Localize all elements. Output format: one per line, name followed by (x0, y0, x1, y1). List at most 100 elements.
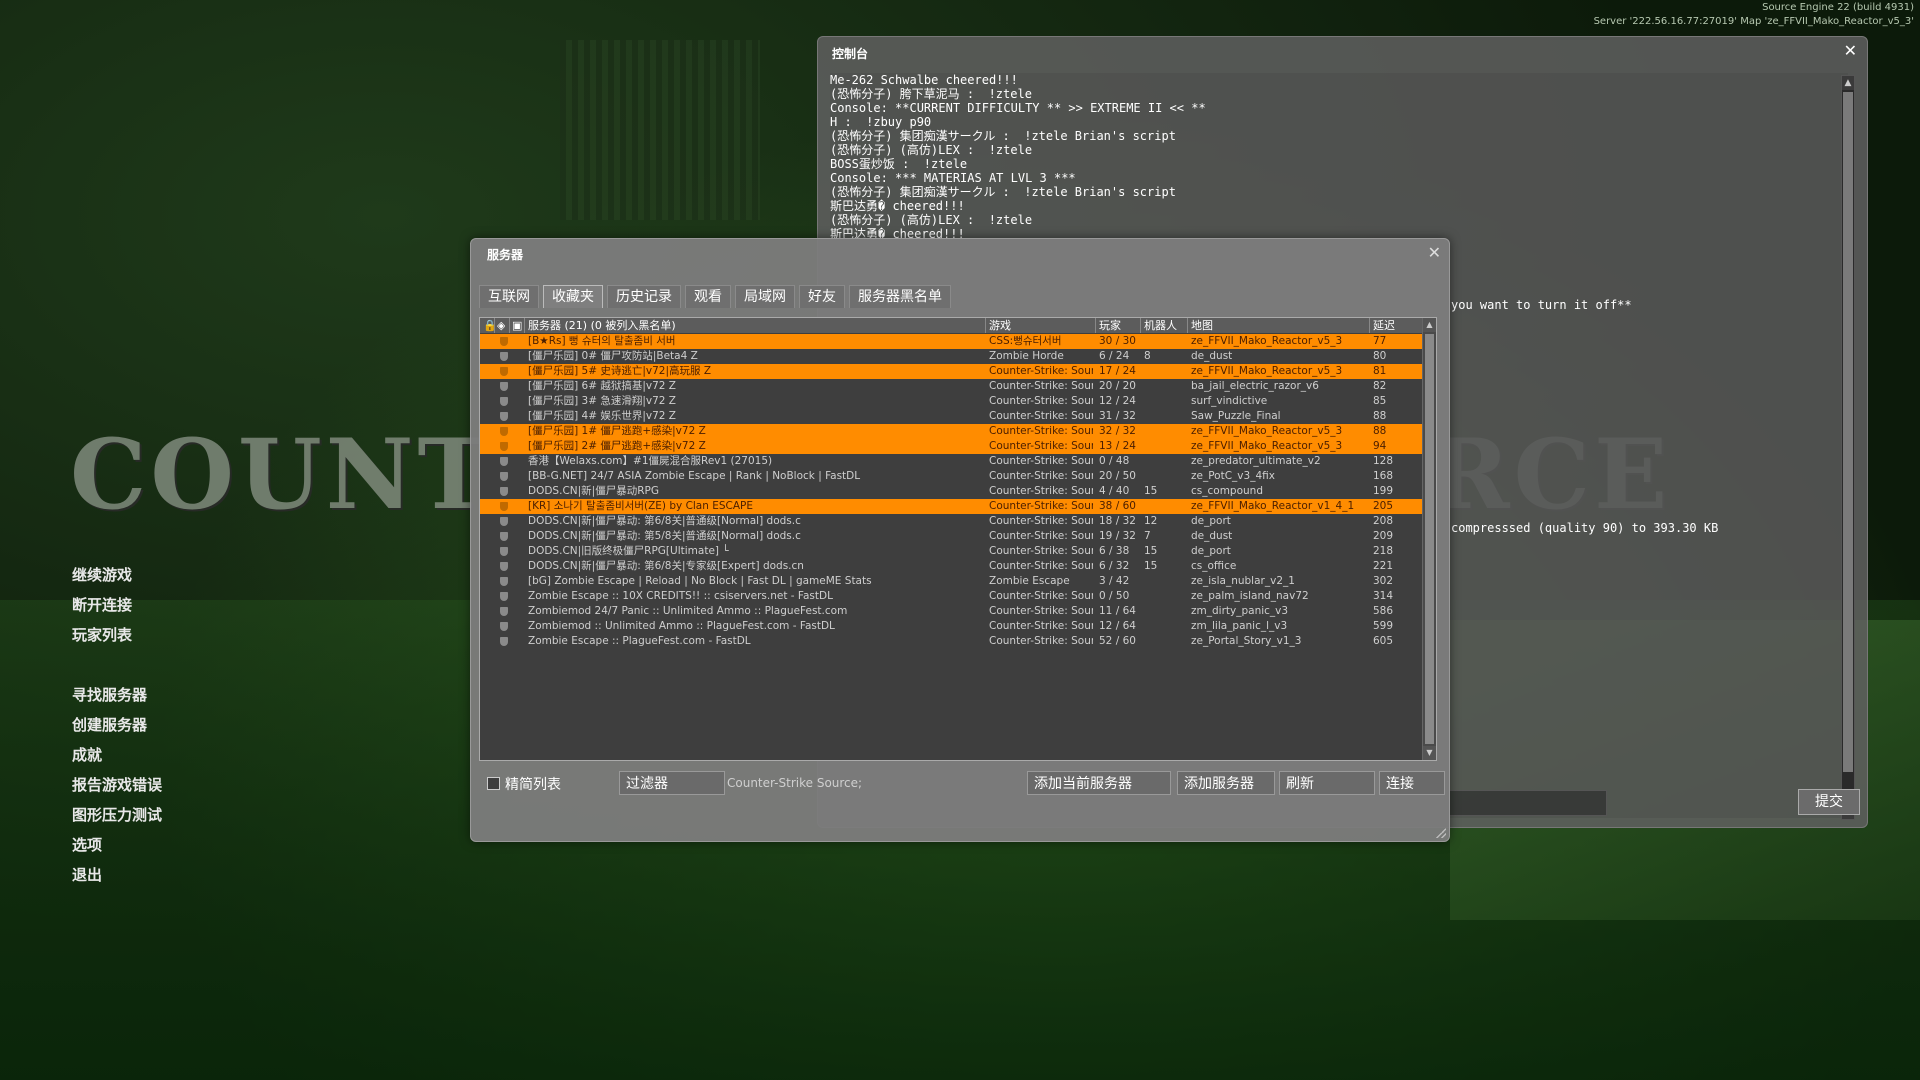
server-row[interactable]: [BB-G.NET] 24/7 ASIA Zombie Escape | Ran… (480, 469, 1424, 484)
engine-build: Source Engine 22 (build 4931) (1762, 2, 1914, 13)
servers-close-icon[interactable]: ✕ (1428, 243, 1441, 262)
scrollbar-thumb[interactable] (1425, 334, 1434, 744)
tab-friends[interactable]: 好友 (799, 285, 845, 308)
console-line: (恐怖分子) (高仿)LEX : !ztele (830, 213, 1033, 227)
server-row[interactable]: DODS.CN|新|僵尸暴动: 第5/8关|普通级[Normal] dods.c… (480, 529, 1424, 544)
filter-button[interactable]: 过滤器 (619, 771, 725, 795)
console-close-icon[interactable]: ✕ (1844, 41, 1857, 60)
row-map: de_dust (1191, 350, 1233, 362)
server-row[interactable]: Zombie Escape :: 10X CREDITS!! :: csiser… (480, 589, 1424, 604)
row-game: Counter-Strike: Source (989, 440, 1093, 452)
server-row[interactable]: [僵尸乐园] 6# 越狱搞基|v72 Z Counter-Strike: Sour… (480, 379, 1424, 394)
replay-header-icon[interactable]: ▣ (512, 318, 522, 333)
shield-icon (500, 457, 508, 466)
row-players: 4 / 40 (1099, 485, 1130, 497)
row-game: Zombie Escape (989, 575, 1070, 587)
server-row[interactable]: [KR] 소나기 탈출좀비서버(ZE) by Clan ESCAPE Counte… (480, 499, 1424, 514)
tab-history[interactable]: 历史记录 (607, 285, 681, 308)
col-header-name[interactable]: 服务器 (21) (0 被列入黑名单) (528, 318, 676, 333)
menu-quit[interactable]: 退出 (72, 860, 162, 890)
server-row[interactable]: [僵尸乐园] 1# 僵尸逃跑+感染|v72 Z Counter-Strike: S… (480, 424, 1424, 439)
row-server-name: DODS.CN|新|僵尸暴动RPG (528, 485, 659, 497)
row-server-name: [BB-G.NET] 24/7 ASIA Zombie Escape | Ran… (528, 470, 861, 482)
server-row[interactable]: [僵尸乐园] 5# 史诗逃亡|v72|高玩服 Z Counter-Strike: … (480, 364, 1424, 379)
tab-lan[interactable]: 局域网 (735, 285, 795, 308)
col-header-players[interactable]: 玩家 (1099, 318, 1121, 333)
server-row[interactable]: [僵尸乐园] 3# 急速滑翔|v72 Z Counter-Strike: Sour… (480, 394, 1424, 409)
menu-disconnect[interactable]: 断开连接 (72, 590, 162, 620)
tab-favorites[interactable]: 收藏夹 (543, 285, 603, 308)
scroll-up-icon[interactable]: ▲ (1423, 318, 1436, 332)
scroll-up-icon[interactable]: ▲ (1842, 76, 1854, 90)
resize-grip-icon[interactable] (1436, 828, 1446, 838)
row-map: ze_FFVII_Mako_Reactor_v5_3 (1191, 440, 1343, 452)
menu-report-bug[interactable]: 报告游戏错误 (72, 770, 162, 800)
server-row[interactable]: DODS.CN|新|僵尸暴动: 第6/8关|普通级[Normal] dods.c… (480, 514, 1424, 529)
console-title: 控制台 (832, 47, 869, 61)
server-list: 🔒 ◈ ▣ 服务器 (21) (0 被列入黑名单) 游戏 玩家 机器人 地图 延… (479, 317, 1437, 761)
row-map: ze_isla_nublar_v2_1 (1191, 575, 1295, 587)
col-header-latency[interactable]: 延迟 (1373, 318, 1395, 333)
row-game: Counter-Strike: Source (989, 545, 1093, 557)
row-server-name: [KR] 소나기 탈출좀비서버(ZE) by Clan ESCAPE (528, 500, 754, 512)
console-line: Console: *** MATERIAS AT LVL 3 *** (830, 171, 1076, 185)
console-command-input[interactable] (1448, 790, 1607, 816)
row-map: de_port (1191, 515, 1231, 527)
row-players: 13 / 24 (1099, 440, 1136, 452)
row-map: Saw_Puzzle_Final (1191, 410, 1281, 422)
refresh-button[interactable]: 刷新 (1279, 771, 1375, 795)
row-server-name: [僵尸乐园] 4# 娱乐世界|v72 Z (528, 410, 676, 422)
menu-player-list[interactable]: 玩家列表 (72, 620, 162, 650)
col-header-bots[interactable]: 机器人 (1144, 318, 1177, 333)
shield-header-icon[interactable]: ◈ (497, 318, 505, 333)
connect-button[interactable]: 连接 (1379, 771, 1445, 795)
menu-create-server[interactable]: 创建服务器 (72, 710, 162, 740)
menu-stress-test[interactable]: 图形压力测试 (72, 800, 162, 830)
col-header-game[interactable]: 游戏 (989, 318, 1011, 333)
row-players: 0 / 48 (1099, 455, 1130, 467)
shield-icon (500, 547, 508, 556)
server-row[interactable]: DODS.CN|新|僵尸暴动RPG Counter-Strike: Source 4… (480, 484, 1424, 499)
tab-blacklist[interactable]: 服务器黑名单 (849, 285, 951, 308)
server-row[interactable]: [bG] Zombie Escape | Reload | No Block |… (480, 574, 1424, 589)
servers-bottom-bar: 精简列表 过滤器 Counter-Strike Source; 添加当前服务器 … (479, 771, 1445, 797)
server-row[interactable]: [僵尸乐园] 0# 僵尸攻防站|Beta4 Z Zombie Horde 6 / 2… (480, 349, 1424, 364)
tab-internet[interactable]: 互联网 (479, 285, 539, 308)
menu-find-servers[interactable]: 寻找服务器 (72, 680, 162, 710)
menu-achievements[interactable]: 成就 (72, 740, 162, 770)
console-submit-button[interactable]: 提交 (1798, 789, 1860, 815)
menu-options[interactable]: 选项 (72, 830, 162, 860)
server-row[interactable]: Zombiemod 24/7 Panic :: Unlimited Ammo :… (480, 604, 1424, 619)
server-row[interactable]: Zombie Escape :: PlagueFest.com - FastDL… (480, 634, 1424, 649)
tab-spectate[interactable]: 观看 (685, 285, 731, 308)
col-header-map[interactable]: 地图 (1191, 318, 1213, 333)
server-rows: [B★Rs] 뻥 슈터의 탈출좀비 서버 CSS:뻥슈터서버 30 / 30 ze_F… (480, 334, 1424, 649)
server-list-scrollbar[interactable]: ▲ ▼ (1422, 318, 1436, 760)
compact-list-checkbox[interactable] (487, 777, 500, 790)
row-latency: 221 (1373, 560, 1394, 572)
add-server-button[interactable]: 添加服务器 (1177, 771, 1275, 795)
server-row[interactable]: 香港【Welaxs.com】#1僵屍混合服Rev1 (27015) Counter… (480, 454, 1424, 469)
row-server-name: DODS.CN|新|僵尸暴动: 第5/8关|普通级[Normal] dods.c (528, 530, 801, 542)
row-latency: 586 (1373, 605, 1394, 617)
row-latency: 302 (1373, 575, 1394, 587)
shield-icon (500, 622, 508, 631)
console-scrollbar[interactable]: ▲ ▼ (1841, 75, 1855, 820)
server-row[interactable]: [僵尸乐园] 4# 娱乐世界|v72 Z Counter-Strike: Sour… (480, 409, 1424, 424)
add-current-server-button[interactable]: 添加当前服务器 (1027, 771, 1171, 795)
server-row[interactable]: DODS.CN|新|僵尸暴动: 第6/8关|专家级[Expert] dods.c… (480, 559, 1424, 574)
background-building (560, 40, 760, 220)
main-menu: 继续游戏 断开连接 玩家列表 寻找服务器 创建服务器 成就 报告游戏错误 图形压… (72, 560, 162, 890)
server-row[interactable]: [B★Rs] 뻥 슈터의 탈출좀비 서버 CSS:뻥슈터서버 30 / 30 ze_F… (480, 334, 1424, 349)
menu-resume-game[interactable]: 继续游戏 (72, 560, 162, 590)
scroll-down-icon[interactable]: ▼ (1423, 746, 1436, 760)
row-latency: 82 (1373, 380, 1387, 392)
shield-icon (500, 382, 508, 391)
server-row[interactable]: Zombiemod :: Unlimited Ammo :: PlagueFes… (480, 619, 1424, 634)
server-row[interactable]: DODS.CN|旧版终极僵尸RPG[Ultimate] └ Counter-Str… (480, 544, 1424, 559)
row-map: ze_FFVII_Mako_Reactor_v1_4_1 (1191, 500, 1355, 512)
scrollbar-thumb[interactable] (1843, 92, 1853, 772)
shield-icon (500, 367, 508, 376)
row-players: 12 / 64 (1099, 620, 1136, 632)
server-row[interactable]: [僵尸乐园] 2# 僵尸逃跑+感染|v72 Z Counter-Strike: S… (480, 439, 1424, 454)
